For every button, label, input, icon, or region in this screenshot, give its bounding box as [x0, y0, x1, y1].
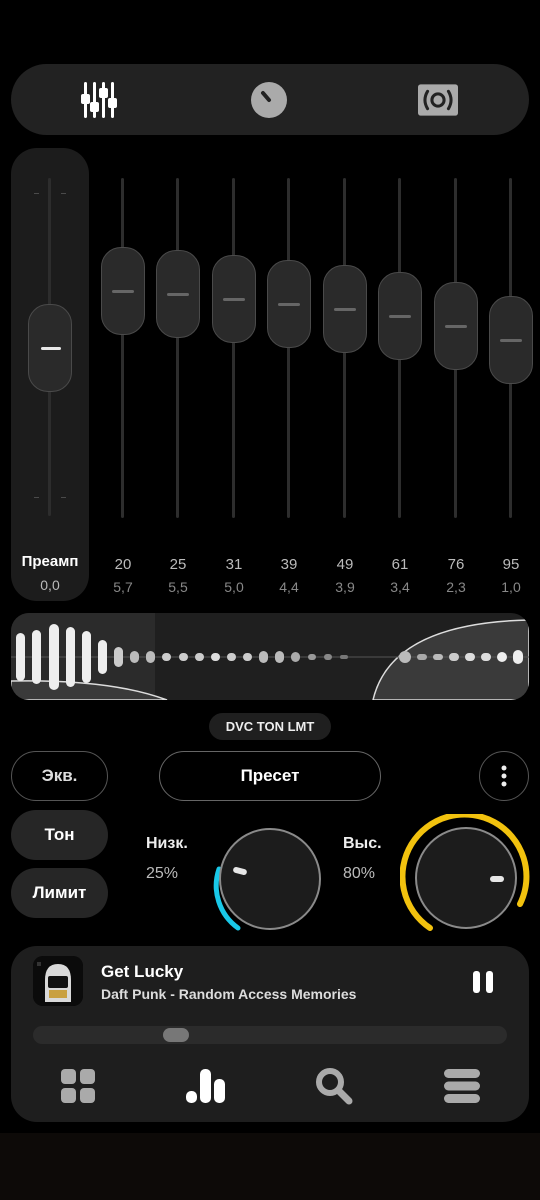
band-gain-value: 2,3: [446, 579, 466, 595]
preamp-label: Преамп: [21, 553, 79, 570]
bass-value: 25%: [146, 865, 179, 882]
band-freq-label: 95: [502, 556, 520, 573]
band-freq-label: 61: [391, 556, 409, 573]
band-slider-handle[interactable]: [101, 247, 145, 335]
mode-chip[interactable]: DVC TON LMT: [209, 713, 331, 740]
band-slider-handle[interactable]: [267, 260, 311, 348]
band-slider-handle[interactable]: [156, 250, 200, 338]
grid-icon[interactable]: [58, 1066, 98, 1106]
song-title: Get Lucky: [101, 962, 184, 981]
band-slider-handle[interactable]: [378, 272, 422, 360]
more-vertical-icon: [501, 765, 507, 787]
band-slider-handle[interactable]: [489, 296, 533, 384]
band-gain-value: 5,0: [224, 579, 244, 595]
band-slider-track[interactable]: [176, 178, 179, 518]
bass-knob[interactable]: [205, 825, 325, 941]
band-freq-label: 49: [336, 556, 354, 573]
treble-knob[interactable]: [400, 814, 532, 938]
equalizer-sliders-icon[interactable]: [79, 80, 119, 120]
treble-value: 80%: [343, 865, 376, 882]
band-slider-track[interactable]: [287, 178, 290, 518]
band-gain-value: 5,5: [168, 579, 188, 595]
more-options-button[interactable]: [479, 751, 529, 801]
band-gain-value: 3,4: [390, 579, 410, 595]
pause-button[interactable]: [471, 970, 495, 994]
band-freq-label: 76: [447, 556, 465, 573]
band-freq-label: 39: [280, 556, 298, 573]
tone-button[interactable]: Тон: [11, 810, 108, 860]
bass-label: Низк.: [146, 835, 188, 852]
band-slider-handle[interactable]: [323, 265, 367, 353]
progress-thumb[interactable]: [163, 1028, 189, 1042]
search-icon[interactable]: [314, 1066, 354, 1106]
mode-tab-bar: [11, 64, 529, 135]
pause-icon: [473, 971, 493, 993]
album-art[interactable]: [33, 956, 83, 1006]
menu-icon[interactable]: [442, 1066, 482, 1106]
band-slider-track[interactable]: [121, 178, 124, 518]
now-playing-panel: Get Lucky Daft Punk - Random Access Memo…: [11, 946, 529, 1122]
band-freq-label: 25: [169, 556, 187, 573]
band-gain-value: 5,7: [113, 579, 133, 595]
playback-progress-bar[interactable]: [33, 1026, 507, 1044]
band-freq-label: 20: [114, 556, 132, 573]
preset-button[interactable]: Пресет: [159, 751, 381, 801]
song-artist: Daft Punk - Random Access Memories: [101, 986, 357, 1002]
band-freq-label: 31: [225, 556, 243, 573]
band-slider-handle[interactable]: [434, 282, 478, 370]
treble-label: Выс.: [343, 835, 382, 852]
band-gain-value: 1,0: [501, 579, 521, 595]
knob-icon[interactable]: [249, 80, 289, 120]
speaker-icon[interactable]: [418, 80, 458, 120]
band-gain-value: 4,4: [279, 579, 299, 595]
band-slider-track[interactable]: [232, 178, 235, 518]
limit-button[interactable]: Лимит: [11, 868, 108, 918]
spectrum-visualizer: [11, 613, 529, 700]
bars-icon[interactable]: [186, 1066, 226, 1106]
eq-button[interactable]: Экв.: [11, 751, 108, 801]
band-gain-value: 3,9: [335, 579, 355, 595]
preamp-slider-handle[interactable]: [28, 304, 72, 392]
preamp-value: 0,0: [40, 577, 60, 593]
system-nav-area: [0, 1133, 540, 1200]
band-slider-handle[interactable]: [212, 255, 256, 343]
